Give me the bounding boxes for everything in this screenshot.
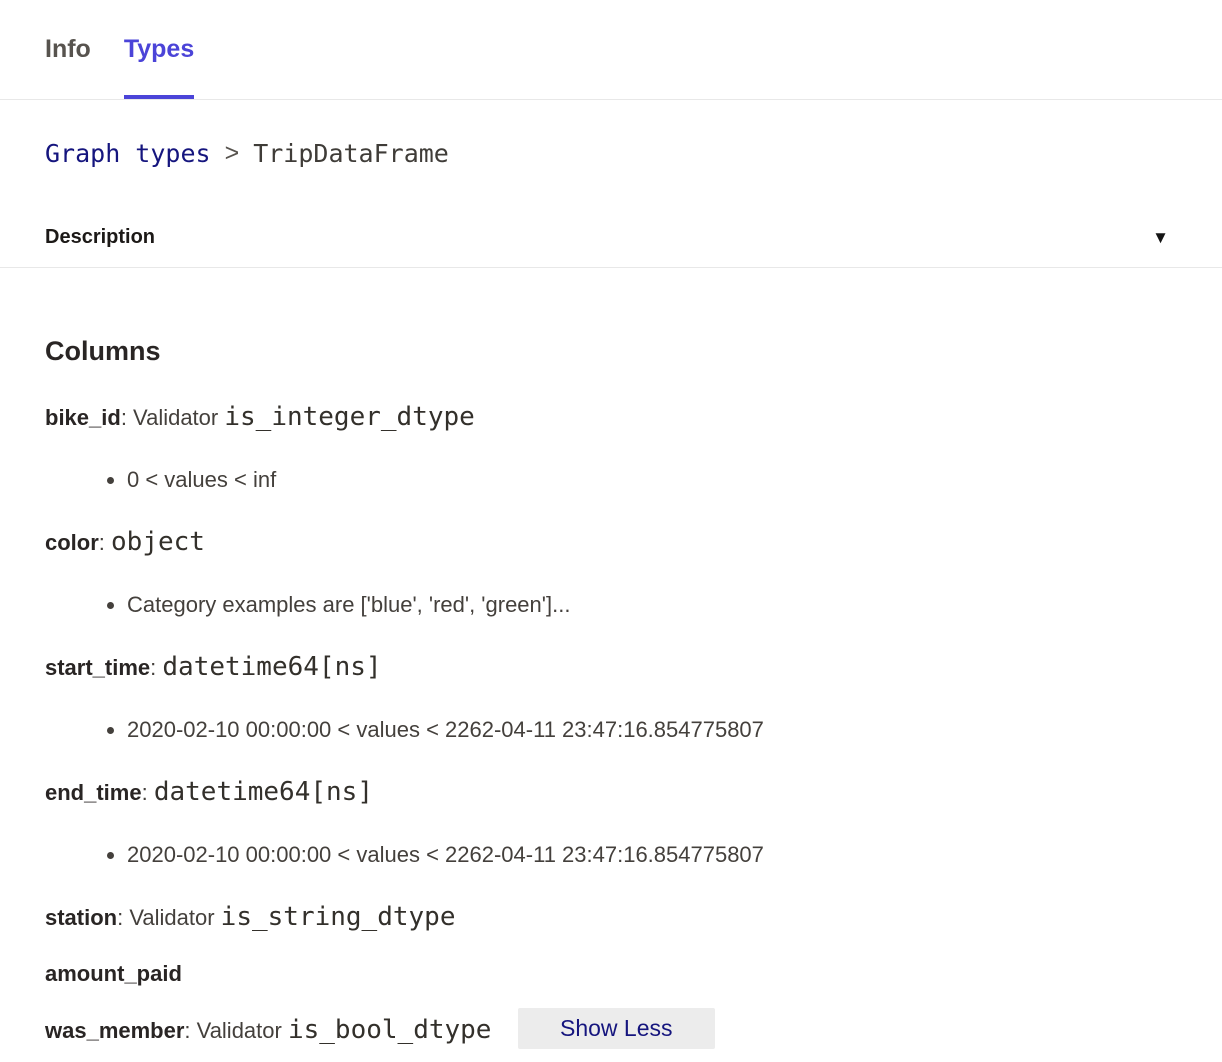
column-name: color xyxy=(45,530,99,555)
column-name: end_time xyxy=(45,780,142,805)
column-suffix: : Validator xyxy=(117,905,221,930)
column-dtype-code: is_integer_dtype xyxy=(224,402,474,432)
column-dtype-code: datetime64[ns] xyxy=(162,652,381,682)
column-dtype-code: is_bool_dtype xyxy=(288,1015,492,1045)
column-dtype-code: is_string_dtype xyxy=(221,902,456,932)
constraint-item: 2020-02-10 00:00:00 < values < 2262-04-1… xyxy=(127,840,1177,870)
show-less-button[interactable]: Show Less xyxy=(518,1008,715,1049)
breadcrumb-link-graph-types[interactable]: Graph types xyxy=(45,139,211,168)
column-name: amount_paid xyxy=(45,961,182,986)
column-dtype-code: object xyxy=(111,527,205,557)
constraint-item: 2020-02-10 00:00:00 < values < 2262-04-1… xyxy=(127,715,1177,745)
tab-info[interactable]: Info xyxy=(45,0,91,99)
tab-info-label: Info xyxy=(45,35,91,64)
tab-bar: Info Types xyxy=(0,0,1222,100)
breadcrumb-current-page: TripDataFrame xyxy=(253,139,449,168)
column-suffix: : Validator xyxy=(184,1018,288,1043)
constraint-list: 2020-02-10 00:00:00 < values < 2262-04-1… xyxy=(45,715,1177,745)
column-dtype-code: datetime64[ns] xyxy=(154,777,373,807)
column-name: bike_id xyxy=(45,405,121,430)
column-entry-station: station: Validator is_string_dtype xyxy=(45,902,1177,933)
constraint-list: Category examples are ['blue', 'red', 'g… xyxy=(45,590,1177,620)
tab-types-label: Types xyxy=(124,35,194,64)
description-title: Description xyxy=(45,226,155,249)
column-suffix: : xyxy=(99,530,111,555)
column-suffix: : Validator xyxy=(121,405,225,430)
breadcrumb-separator: > xyxy=(225,139,240,168)
column-suffix: : xyxy=(150,655,162,680)
columns-section: Columns bike_id: Validator is_integer_dt… xyxy=(0,268,1222,1046)
column-suffix: : xyxy=(142,780,154,805)
columns-heading: Columns xyxy=(45,332,1177,370)
column-entry-amount-paid: amount_paid xyxy=(45,959,1177,989)
description-accordion[interactable]: Description ▼ xyxy=(0,207,1222,268)
column-name: station xyxy=(45,905,117,930)
constraint-list: 2020-02-10 00:00:00 < values < 2262-04-1… xyxy=(45,840,1177,870)
constraint-item: 0 < values < inf xyxy=(127,465,1177,495)
breadcrumb: Graph types > TripDataFrame xyxy=(0,100,1222,207)
constraint-item: Category examples are ['blue', 'red', 'g… xyxy=(127,590,1177,620)
chevron-down-icon[interactable]: ▼ xyxy=(1152,229,1169,246)
column-entry-color: color: object xyxy=(45,527,1177,558)
column-entry-was-member: was_member: Validator is_bool_dtypeShow … xyxy=(45,1015,1177,1046)
column-entry-start-time: start_time: datetime64[ns] xyxy=(45,652,1177,683)
column-entry-bike-id: bike_id: Validator is_integer_dtype xyxy=(45,402,1177,433)
column-name: was_member xyxy=(45,1018,184,1043)
constraint-list: 0 < values < inf xyxy=(45,465,1177,495)
column-name: start_time xyxy=(45,655,150,680)
column-entry-end-time: end_time: datetime64[ns] xyxy=(45,777,1177,808)
tab-types[interactable]: Types xyxy=(124,0,194,99)
